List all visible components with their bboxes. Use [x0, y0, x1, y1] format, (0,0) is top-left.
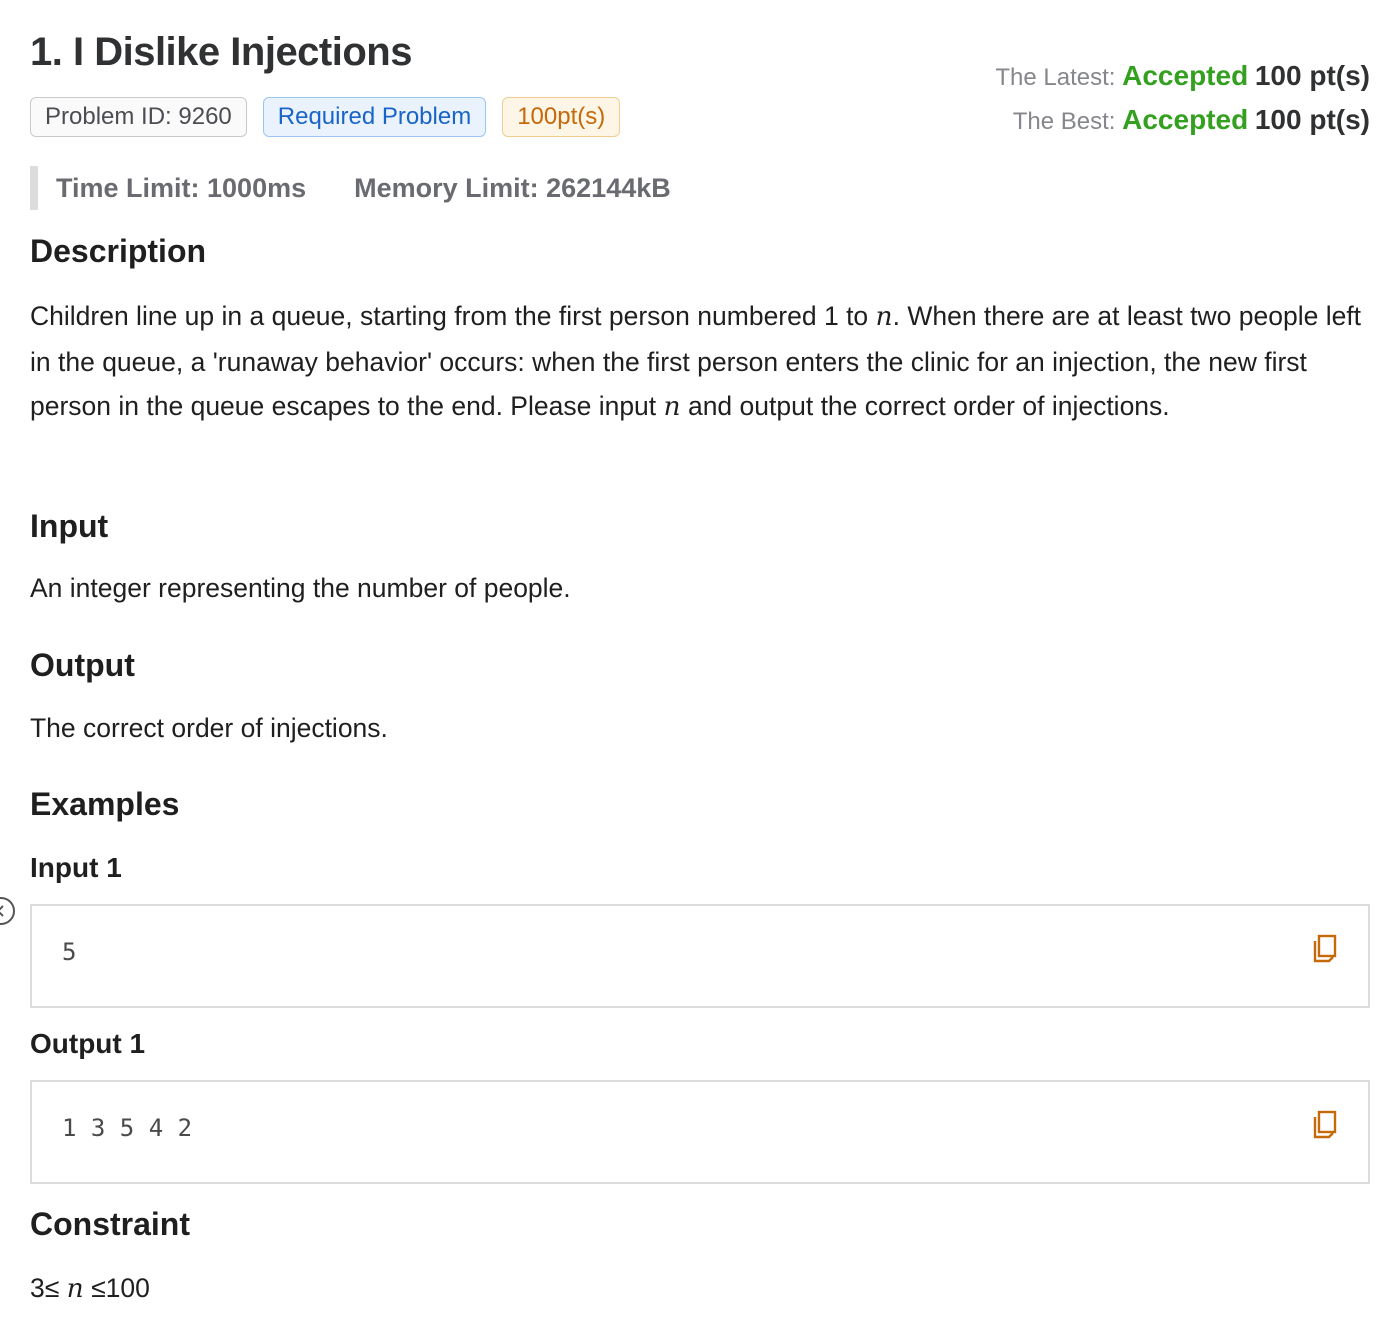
- description-part-1: Children line up in a queue, starting fr…: [30, 301, 876, 331]
- problem-tags: Problem ID: 9260 Required Problem 100pt(…: [30, 97, 621, 137]
- best-points: 100 pt(s): [1254, 104, 1370, 135]
- memory-limit: Memory Limit: 262144kB: [354, 172, 671, 203]
- copy-icon[interactable]: [1312, 1110, 1338, 1140]
- example-input-box: 5: [30, 904, 1370, 1008]
- problem-title: 1. I Dislike Injections: [30, 30, 412, 74]
- latest-label: The Latest:: [995, 64, 1116, 91]
- input-text: An integer representing the number of pe…: [30, 573, 571, 603]
- constraint-heading: Constraint: [30, 1206, 190, 1242]
- output-heading: Output: [30, 647, 135, 683]
- latest-status-row: The Latest: Accepted 100 pt(s): [995, 58, 1370, 102]
- example-output-label: Output 1: [30, 1028, 146, 1059]
- best-label: The Best:: [1012, 108, 1116, 135]
- description-part-3: and output the correct order of injectio…: [680, 391, 1170, 421]
- examples-heading: Examples: [30, 786, 180, 822]
- math-variable-n: n: [66, 1273, 84, 1304]
- example-output-box: 1 3 5 4 2: [30, 1080, 1370, 1184]
- input-heading: Input: [30, 508, 109, 544]
- description-text: Children line up in a queue, starting fr…: [30, 294, 1370, 430]
- collapse-handle-icon[interactable]: [0, 896, 16, 926]
- output-text: The correct order of injections.: [30, 713, 388, 743]
- submission-status: The Latest: Accepted 100 pt(s) The Best:…: [995, 58, 1370, 146]
- points-tag: 100pt(s): [502, 97, 621, 137]
- problem-id-tag: Problem ID: 9260: [30, 97, 247, 137]
- example-input-code[interactable]: 5: [62, 938, 76, 966]
- best-status-row: The Best: Accepted 100 pt(s): [995, 102, 1370, 146]
- constraint-text: 3≤ n ≤100: [30, 1266, 1370, 1312]
- description-heading: Description: [30, 233, 207, 269]
- latest-result[interactable]: Accepted: [1122, 60, 1248, 91]
- example-output-code[interactable]: 1 3 5 4 2: [62, 1114, 192, 1142]
- math-variable-n: n: [663, 391, 681, 422]
- required-problem-tag: Required Problem: [262, 97, 487, 137]
- copy-icon[interactable]: [1312, 934, 1338, 964]
- time-limit: Time Limit: 1000ms: [56, 172, 307, 203]
- latest-points: 100 pt(s): [1254, 60, 1370, 91]
- limits-bar: Time Limit: 1000ms Memory Limit: 262144k…: [30, 166, 671, 210]
- best-result[interactable]: Accepted: [1122, 104, 1248, 135]
- constraint-lower: 3≤: [30, 1273, 67, 1303]
- example-input-label: Input 1: [30, 852, 122, 883]
- math-variable-n: n: [875, 301, 893, 332]
- constraint-upper: ≤100: [83, 1273, 150, 1303]
